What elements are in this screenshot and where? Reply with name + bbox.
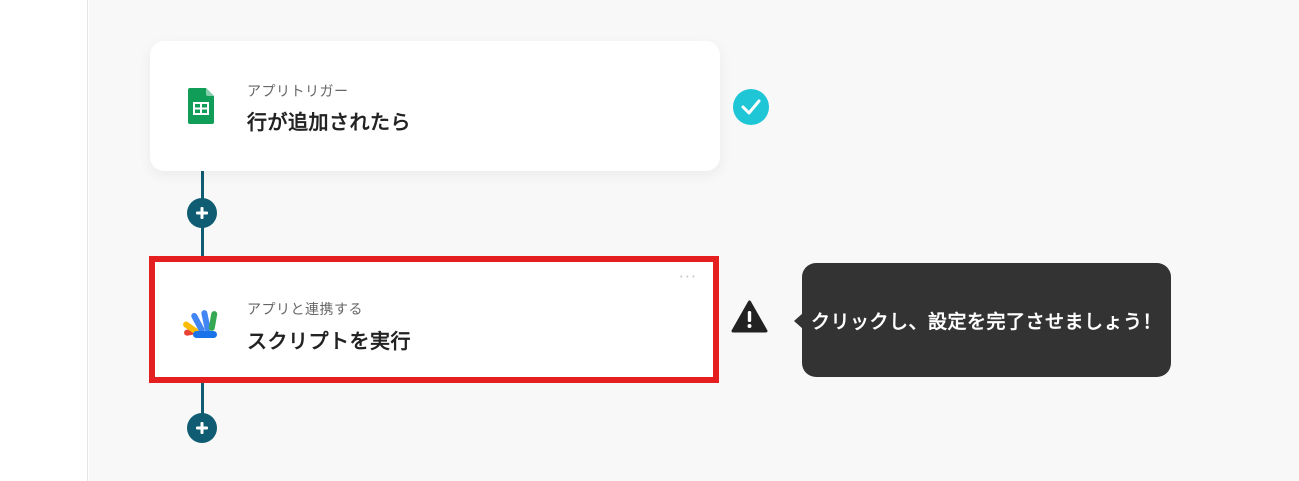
step-type-label: アプリと連携する <box>247 302 363 318</box>
step-title: 行が追加されたら <box>247 110 411 134</box>
setup-hint-tooltip: クリックし、設定を完了させましょう！ <box>794 263 1171 377</box>
step-type-label: アプリトリガー <box>247 84 349 100</box>
plus-icon <box>196 422 208 434</box>
more-options-icon[interactable]: ··· <box>679 269 697 285</box>
google-apps-script-icon <box>183 307 223 345</box>
google-sheets-icon <box>188 88 214 128</box>
left-panel <box>0 0 88 481</box>
add-step-button[interactable] <box>187 198 217 228</box>
action-step-card[interactable]: アプリと連携する スクリプトを実行 ··· <box>149 256 719 383</box>
add-step-button[interactable] <box>187 413 217 443</box>
plus-icon <box>196 207 208 219</box>
warning-icon <box>731 300 768 337</box>
tooltip-text: クリックし、設定を完了させましょう！ <box>810 310 1162 333</box>
trigger-step-card[interactable]: アプリトリガー 行が追加されたら <box>150 41 720 171</box>
status-complete-badge <box>733 89 769 125</box>
check-icon <box>741 99 761 115</box>
step-title: スクリプトを実行 <box>247 329 411 353</box>
